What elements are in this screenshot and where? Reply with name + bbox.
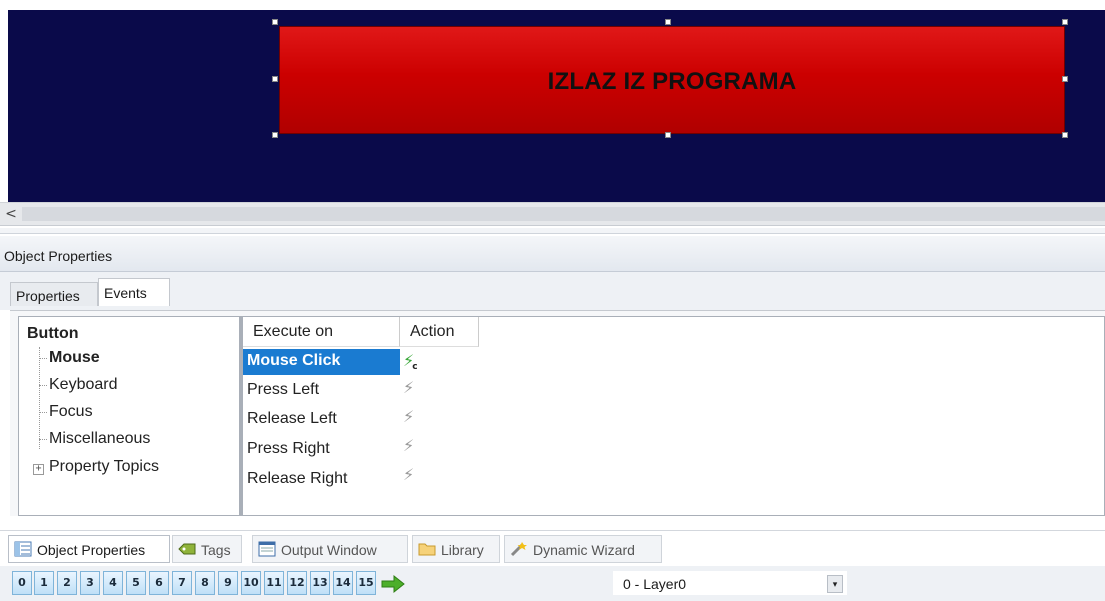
- design-canvas[interactable]: IZLAZ IZ PROGRAMA: [8, 10, 1105, 202]
- event-row-release-right[interactable]: Release Right: [243, 467, 400, 493]
- tree-connector: [39, 385, 47, 386]
- dock-tab-object-properties[interactable]: Object Properties: [8, 535, 170, 563]
- dock-tab-output-window[interactable]: Output Window: [252, 535, 408, 563]
- dock-tab-label: Library: [441, 542, 484, 558]
- dock-tab-tags[interactable]: Tags: [172, 535, 242, 563]
- properties-tabs: Properties Events: [0, 272, 1105, 310]
- tree-connector: [39, 358, 47, 359]
- resize-handle-bottom-right[interactable]: [1062, 132, 1068, 138]
- layer-button-10[interactable]: 10: [241, 571, 261, 595]
- green-lightning-icon[interactable]: ⚡c: [403, 349, 423, 373]
- dock-tab-bar: Object Properties Tags Output Window Lib…: [0, 530, 1105, 566]
- resize-handle-bottom-left[interactable]: [272, 132, 278, 138]
- layer-button-4[interactable]: 4: [103, 571, 123, 595]
- layer-button-14[interactable]: 14: [333, 571, 353, 595]
- exit-program-button-label: IZLAZ IZ PROGRAMA: [547, 68, 797, 95]
- gray-lightning-icon[interactable]: ⚡: [403, 434, 423, 458]
- layer-button-8[interactable]: 8: [195, 571, 215, 595]
- dock-tab-label: Tags: [201, 542, 231, 558]
- resize-handle-top-left[interactable]: [272, 19, 278, 25]
- layer-button-0[interactable]: 0: [12, 571, 32, 595]
- exit-program-button[interactable]: IZLAZ IZ PROGRAMA: [279, 26, 1065, 134]
- tab-properties[interactable]: Properties: [10, 282, 98, 306]
- green-arrow-icon[interactable]: [380, 574, 406, 594]
- tree-item-keyboard[interactable]: Keyboard: [49, 376, 118, 394]
- resize-handle-top-center[interactable]: [665, 19, 671, 25]
- action-subscript: c: [412, 362, 418, 372]
- event-row-press-left[interactable]: Press Left: [243, 378, 400, 404]
- tree-connector: [39, 439, 47, 440]
- layer-button-3[interactable]: 3: [80, 571, 100, 595]
- tree-root-button[interactable]: Button: [27, 325, 79, 343]
- dock-tab-label: Output Window: [281, 542, 377, 558]
- dock-tab-label: Object Properties: [37, 542, 146, 558]
- layer-select-dropdown[interactable]: 0 - Layer0 ▾: [612, 570, 848, 596]
- output-window-icon: [258, 541, 276, 557]
- dock-tab-dynamic-wizard[interactable]: Dynamic Wizard: [504, 535, 662, 563]
- layer-button-2[interactable]: 2: [57, 571, 77, 595]
- selected-layer-label: 0 - Layer0: [623, 576, 687, 592]
- properties-icon: [14, 541, 32, 557]
- event-row-mouse-click[interactable]: Mouse Click: [243, 349, 400, 375]
- folder-icon: [418, 543, 436, 556]
- resize-handle-bottom-center[interactable]: [665, 132, 671, 138]
- resize-handle-top-right[interactable]: [1062, 19, 1068, 25]
- layer-button-6[interactable]: 6: [149, 571, 169, 595]
- dock-tab-library[interactable]: Library: [412, 535, 500, 563]
- layer-button-7[interactable]: 7: [172, 571, 192, 595]
- dock-tab-label: Dynamic Wizard: [533, 542, 635, 558]
- scroll-left-arrow-icon[interactable]: <: [3, 205, 19, 223]
- gray-lightning-icon[interactable]: ⚡: [403, 376, 423, 400]
- expand-plus-icon[interactable]: +: [33, 464, 44, 475]
- event-row-press-right[interactable]: Press Right: [243, 437, 400, 463]
- resize-handle-middle-left[interactable]: [272, 76, 278, 82]
- horizontal-scrollbar[interactable]: <: [0, 202, 1105, 226]
- layer-button-13[interactable]: 13: [310, 571, 330, 595]
- column-header-action[interactable]: Action: [400, 317, 479, 347]
- events-content: Button Mouse Keyboard Focus Miscellaneou…: [10, 310, 1105, 516]
- tab-events[interactable]: Events: [98, 278, 170, 306]
- chevron-down-icon[interactable]: ▾: [827, 575, 843, 593]
- layer-button-15[interactable]: 15: [356, 571, 376, 595]
- layer-button-1[interactable]: 1: [34, 571, 54, 595]
- tree-connector: [39, 347, 40, 449]
- panel-splitter[interactable]: [0, 228, 1105, 234]
- event-category-tree: Button Mouse Keyboard Focus Miscellaneou…: [18, 316, 240, 516]
- event-row-release-left[interactable]: Release Left: [243, 407, 400, 433]
- resize-handle-middle-right[interactable]: [1062, 76, 1068, 82]
- gray-lightning-icon[interactable]: ⚡: [403, 463, 423, 487]
- panel-title: Object Properties: [0, 236, 1105, 272]
- wizard-icon: [510, 542, 527, 557]
- tag-icon: [178, 543, 196, 555]
- column-header-execute-on[interactable]: Execute on: [243, 317, 400, 347]
- tree-item-miscellaneous[interactable]: Miscellaneous: [49, 430, 150, 448]
- scrollbar-track[interactable]: [22, 207, 1105, 221]
- tree-item-property-topics[interactable]: Property Topics: [49, 458, 159, 476]
- gray-lightning-icon[interactable]: ⚡: [403, 405, 423, 429]
- layer-button-5[interactable]: 5: [126, 571, 146, 595]
- layer-button-12[interactable]: 12: [287, 571, 307, 595]
- events-grid: Execute on Action Mouse Click ⚡c Press L…: [240, 316, 1105, 516]
- tree-connector: [39, 412, 47, 413]
- layer-toolbar: 0 1 2 3 4 5 6 7 8 9 10 11 12 13 14 15 0 …: [0, 566, 1105, 601]
- layer-button-9[interactable]: 9: [218, 571, 238, 595]
- tree-item-mouse[interactable]: Mouse: [49, 349, 100, 367]
- layer-button-11[interactable]: 11: [264, 571, 284, 595]
- tree-item-focus[interactable]: Focus: [49, 403, 93, 421]
